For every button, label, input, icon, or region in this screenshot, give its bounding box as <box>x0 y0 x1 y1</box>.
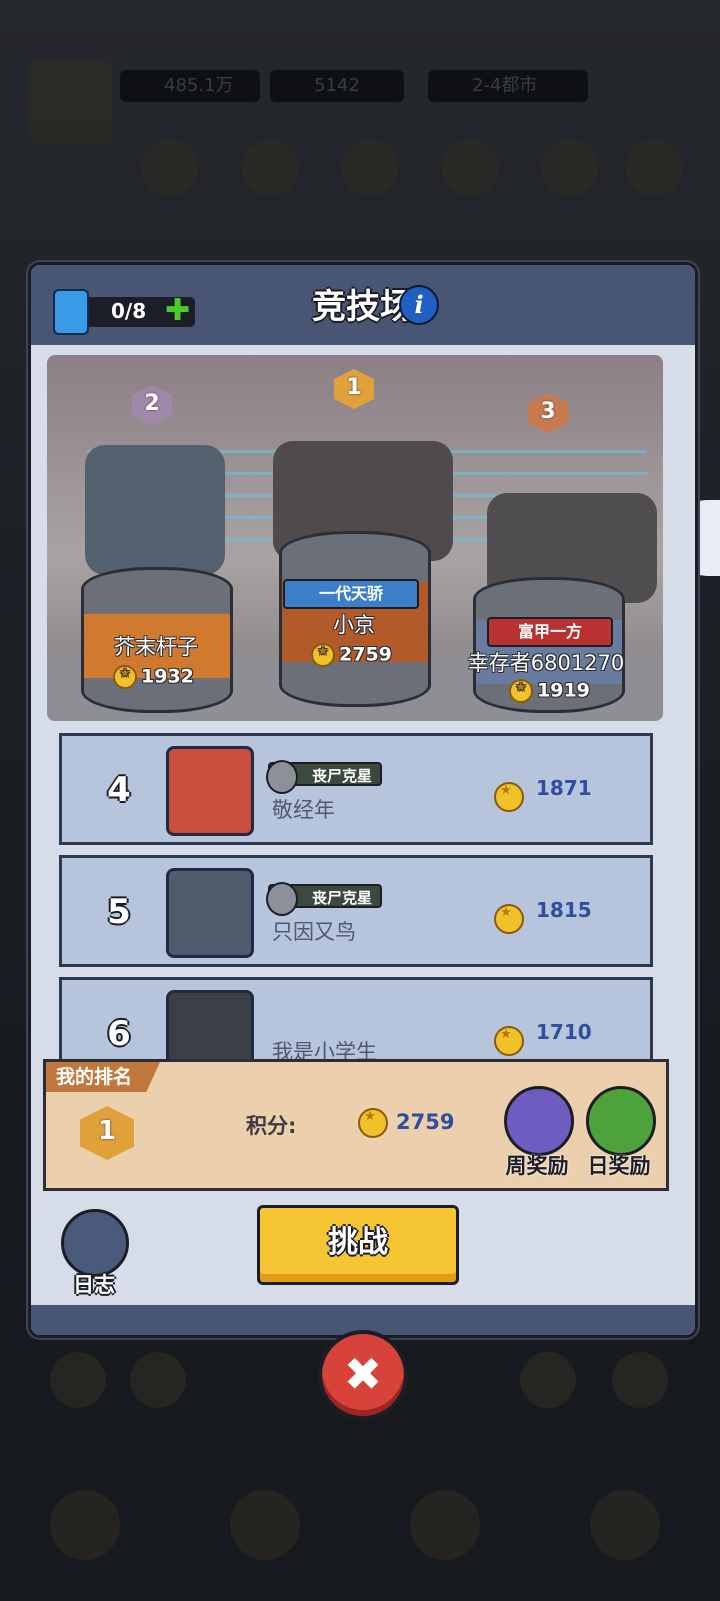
avatar <box>166 868 254 958</box>
medal-coin-icon <box>113 665 137 689</box>
ranking-row[interactable]: 5 丧尸克星 只因又鸟 1815 <box>59 855 653 967</box>
daily-reward-label[interactable]: 日奖励 <box>574 1150 664 1180</box>
gold-medal-icon: 1 <box>331 361 377 413</box>
medal-coin-icon <box>494 1012 528 1060</box>
my-rank-tag: 我的排名 <box>46 1062 161 1092</box>
log-notebook-icon[interactable] <box>61 1209 129 1277</box>
podium-1-score: 2759 <box>311 643 392 667</box>
bronze-medal-icon: 3 <box>525 385 571 437</box>
podium-1-name: 小京 <box>333 613 375 637</box>
silver-medal-icon: 2 <box>129 377 175 429</box>
podium-3-score: 1919 <box>509 679 590 703</box>
row-player-name: 敬经年 <box>272 798 335 822</box>
podium-stage: 2 芥末杆子 1932 1 一代天骄 小京 2759 3 富甲一方 幸存者680… <box>47 355 663 721</box>
title-badge: 丧尸克星 <box>266 760 382 794</box>
my-score: 2759 <box>358 1108 454 1138</box>
row-score: 1815 <box>536 898 592 922</box>
weekly-reward-gift-icon[interactable] <box>504 1086 574 1156</box>
medal-coin-icon <box>509 679 533 703</box>
podium-3-title-badge: 富甲一方 <box>487 617 613 647</box>
weekly-reward-label[interactable]: 周奖励 <box>492 1150 582 1180</box>
avatar <box>166 746 254 836</box>
medal-coin-icon <box>494 768 528 816</box>
podium-1-title-badge: 一代天骄 <box>283 579 419 609</box>
daily-reward-gift-icon[interactable] <box>586 1086 656 1156</box>
close-icon: ✖ <box>343 1347 383 1401</box>
row-score: 1710 <box>536 1020 592 1044</box>
log-button-label[interactable]: 日志 <box>61 1269 127 1299</box>
row-player-name: 只因又鸟 <box>272 920 356 944</box>
row-rank: 6 <box>107 1014 131 1054</box>
challenge-button[interactable]: 挑战 <box>257 1205 459 1285</box>
dialog-title: 竞技场 <box>312 287 414 327</box>
medal-coin-icon <box>358 1108 388 1138</box>
arena-dialog: 0/8 ✚ 竞技场 i 2 芥末杆子 1932 1 一代天骄 小京 2759 3 <box>28 262 698 1338</box>
tombstone-icon <box>266 882 298 916</box>
my-rank-panel: 我的排名 1 积分: 2759 周奖励 日奖励 <box>43 1059 669 1191</box>
podium-2-score: 1932 <box>113 665 194 689</box>
row-score: 1871 <box>536 776 592 800</box>
info-icon[interactable]: i <box>399 285 439 325</box>
robot-character[interactable] <box>85 445 225 575</box>
tombstone-icon <box>266 760 298 794</box>
title-badge: 丧尸克星 <box>266 882 382 916</box>
row-rank: 4 <box>107 770 131 810</box>
podium-3-name: 幸存者6801270 <box>467 651 625 675</box>
medal-coin-icon <box>494 890 528 938</box>
close-button[interactable]: ✖ <box>318 1330 408 1420</box>
medal-coin-icon <box>311 643 335 667</box>
row-rank: 5 <box>107 892 131 932</box>
ranking-row[interactable]: 4 丧尸克星 敬经年 1871 <box>59 733 653 845</box>
gold-medal-icon: 1 <box>76 1098 138 1168</box>
podium-2-name: 芥末杆子 <box>114 635 198 659</box>
score-label: 积分: <box>246 1114 297 1138</box>
